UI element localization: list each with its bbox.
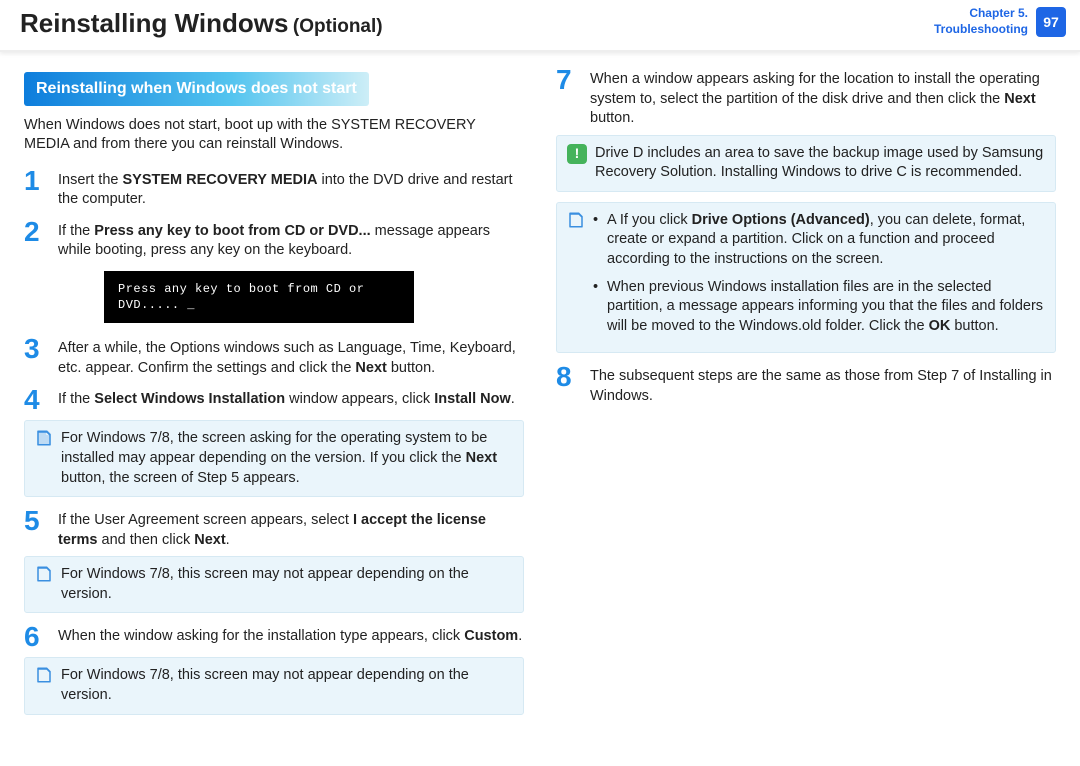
note-step6b: For Windows 7/8, this screen may not app… <box>24 657 524 714</box>
header-bar: Reinstalling Windows (Optional) Chapter … <box>0 0 1080 52</box>
note-text: For Windows 7/8, this screen may not app… <box>61 666 513 705</box>
note-text: For Windows 7/8, the screen asking for t… <box>61 429 513 488</box>
step-1: 1 Insert the SYSTEM RECOVERY MEDIA into … <box>24 167 524 210</box>
step-body: The subsequent steps are the same as tho… <box>590 363 1056 406</box>
step-body: When the window asking for the installat… <box>58 623 524 651</box>
warning-icon: ! <box>567 144 587 164</box>
section-heading: Reinstalling when Windows does not start <box>24 72 369 106</box>
step-6: 6 When the window asking for the install… <box>24 623 524 651</box>
note-icon <box>567 211 585 344</box>
page-title-sub: (Optional) <box>293 16 383 37</box>
step-body: When a window appears asking for the loc… <box>590 66 1056 129</box>
step-body: If the Select Windows Installation windo… <box>58 386 524 414</box>
step-body: After a while, the Options windows such … <box>58 335 524 378</box>
section-line: Troubleshooting <box>934 22 1028 38</box>
chapter-line: Chapter 5. <box>934 6 1028 22</box>
step-4: 4 If the Select Windows Installation win… <box>24 386 524 414</box>
step-number: 2 <box>24 218 48 261</box>
boot-screenshot: Press any key to boot from CD or DVD....… <box>104 271 414 323</box>
note-step5b: For Windows 7/8, this screen may not app… <box>24 556 524 613</box>
intro-paragraph: When Windows does not start, boot up wit… <box>24 116 524 155</box>
step-number: 1 <box>24 167 48 210</box>
step-2: 2 If the Press any key to boot from CD o… <box>24 218 524 261</box>
warning-text: Drive D includes an area to save the bac… <box>595 144 1045 183</box>
note-advanced: A If you click Drive Options (Advanced),… <box>556 202 1056 353</box>
note-text: A If you click Drive Options (Advanced),… <box>593 211 1045 344</box>
step-8: 8 The subsequent steps are the same as t… <box>556 363 1056 406</box>
step-3: 3 After a while, the Options windows suc… <box>24 335 524 378</box>
step-body: If the Press any key to boot from CD or … <box>58 218 524 261</box>
page-title-main: Reinstalling Windows <box>20 8 288 38</box>
header-right: Chapter 5. Troubleshooting 97 <box>934 6 1066 37</box>
note-step4: For Windows 7/8, the screen asking for t… <box>24 420 524 497</box>
warning-step7: ! Drive D includes an area to save the b… <box>556 135 1056 192</box>
step-number: 3 <box>24 335 48 378</box>
page-number-badge: 97 <box>1036 7 1066 37</box>
step-number: 8 <box>556 363 580 406</box>
note-text: For Windows 7/8, this screen may not app… <box>61 565 513 604</box>
step-number: 7 <box>556 66 580 129</box>
note-icon <box>35 429 53 488</box>
bullet-1: A If you click Drive Options (Advanced),… <box>593 211 1045 270</box>
step-5: 5 If the User Agreement screen appears, … <box>24 507 524 550</box>
note-icon <box>35 565 53 604</box>
content-columns: Reinstalling when Windows does not start… <box>0 60 1080 750</box>
step-number: 5 <box>24 507 48 550</box>
step-body: If the User Agreement screen appears, se… <box>58 507 524 550</box>
step-7: 7 When a window appears asking for the l… <box>556 66 1056 129</box>
bullet-2: When previous Windows installation files… <box>593 278 1045 337</box>
step-number: 6 <box>24 623 48 651</box>
step-number: 4 <box>24 386 48 414</box>
note-icon <box>35 666 53 705</box>
chapter-info: Chapter 5. Troubleshooting <box>934 6 1028 37</box>
step-body: Insert the SYSTEM RECOVERY MEDIA into th… <box>58 167 524 210</box>
